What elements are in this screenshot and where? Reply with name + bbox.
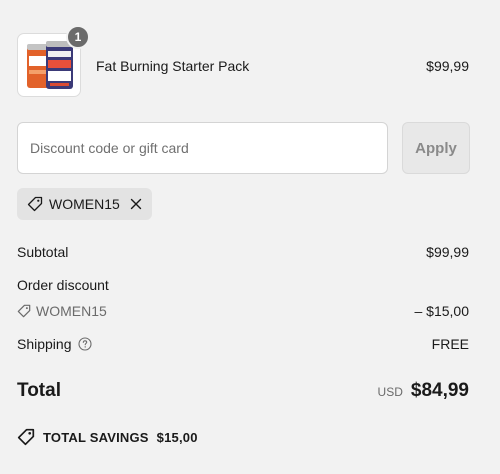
shipping-label: Shipping — [17, 336, 72, 352]
apply-button[interactable]: Apply — [402, 122, 470, 174]
discount-code-input[interactable] — [17, 122, 388, 174]
total-currency: USD — [377, 385, 403, 399]
total-savings-amount: $15,00 — [156, 429, 198, 445]
quantity-badge: 1 — [66, 25, 90, 49]
discount-code-label: WOMEN15 — [36, 303, 107, 319]
tag-icon — [27, 196, 43, 212]
subtotal-value: $99,99 — [426, 244, 469, 260]
total-amount: $84,99 — [410, 380, 469, 401]
help-circle-icon[interactable] — [77, 337, 92, 351]
product-name: Fat Burning Starter Pack — [96, 58, 250, 74]
total-label: Total — [17, 380, 61, 401]
subtotal-label: Subtotal — [17, 244, 69, 260]
applied-discount-chip: WOMEN15 — [17, 188, 152, 220]
total-savings: TOTAL SAVINGS $15,00 — [17, 428, 198, 446]
product-price: $99,99 — [426, 58, 469, 74]
discount-code-row: WOMEN15 — [17, 303, 107, 319]
order-discount-label: Order discount — [17, 277, 109, 293]
shipping-row: Shipping — [17, 336, 92, 352]
tag-icon — [17, 304, 31, 318]
applied-discount-label: WOMEN15 — [49, 196, 120, 212]
discount-amount: – $15,00 — [414, 303, 470, 319]
tag-icon — [17, 428, 35, 446]
shipping-value: FREE — [431, 336, 469, 352]
close-icon[interactable] — [130, 198, 142, 210]
total-value: USD $84,99 — [378, 380, 469, 402]
total-savings-label: TOTAL SAVINGS — [43, 429, 149, 445]
